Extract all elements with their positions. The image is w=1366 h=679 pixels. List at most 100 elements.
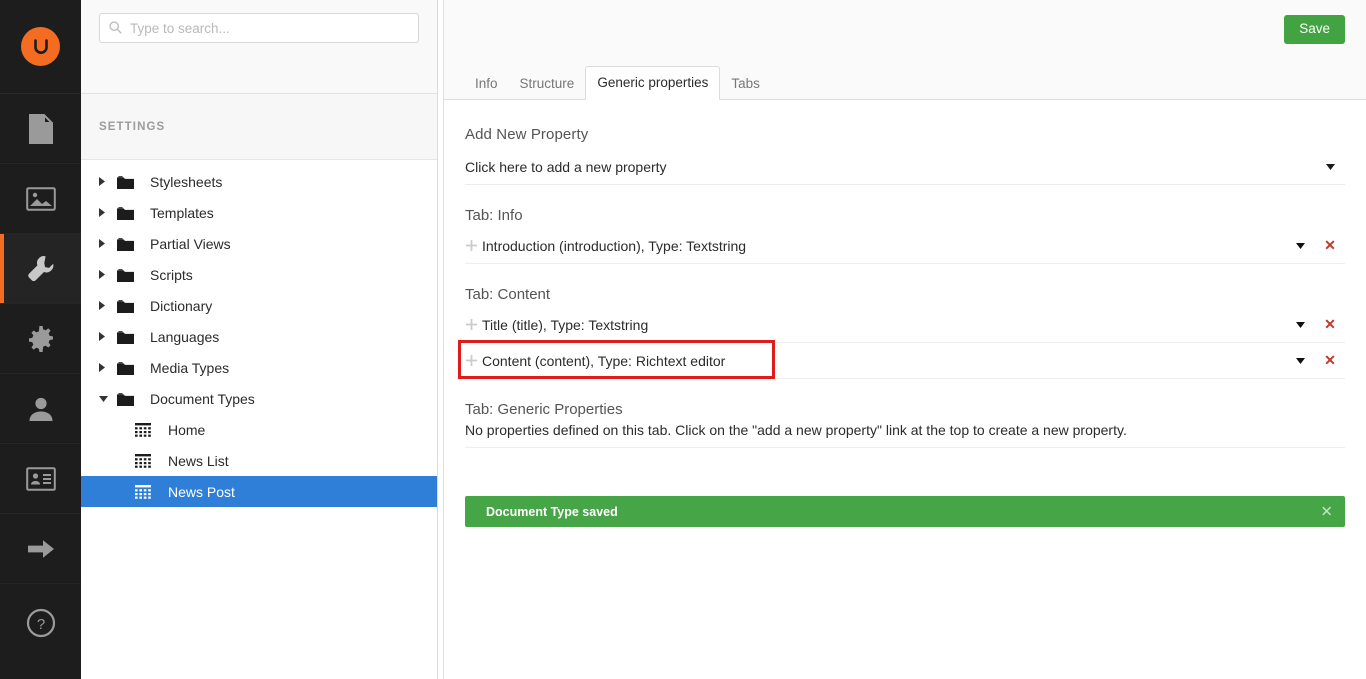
- umbraco-logo-icon: [21, 27, 60, 66]
- property-label: Content (content), Type: Richtext editor: [482, 352, 726, 369]
- save-button[interactable]: Save: [1284, 15, 1345, 44]
- delete-property-icon[interactable]: ✕: [1315, 352, 1345, 369]
- umbraco-logo[interactable]: [0, 0, 81, 94]
- content-body: Add New Property Click here to add a new…: [444, 100, 1366, 527]
- image-icon: [25, 186, 56, 211]
- tree-item-languages[interactable]: Languages: [81, 321, 437, 352]
- sidebar-item-settings[interactable]: [0, 234, 81, 304]
- delete-property-icon[interactable]: ✕: [1315, 237, 1345, 254]
- tree-item-label: Document Types: [150, 390, 255, 407]
- gear-icon: [28, 325, 53, 352]
- sidebar-item-members[interactable]: [0, 444, 81, 514]
- tree-item-templates[interactable]: Templates: [81, 197, 437, 228]
- section-nav-rail: ?: [0, 0, 81, 679]
- folder-icon: [117, 392, 147, 406]
- tree-item-scripts[interactable]: Scripts: [81, 259, 437, 290]
- sidebar-item-developer[interactable]: [0, 304, 81, 374]
- chevron-right-icon[interactable]: [99, 177, 117, 186]
- chevron-down-icon[interactable]: [99, 395, 117, 402]
- folder-icon: [117, 361, 147, 375]
- chevron-down-icon[interactable]: [1285, 357, 1315, 364]
- umbraco-backoffice: ? SETTINGS Stylesheets Templates Partial V…: [0, 0, 1366, 679]
- tree-item-label: Home: [168, 421, 206, 438]
- empty-tab-note: No properties defined on this tab. Click…: [465, 422, 1345, 448]
- property-groups: Tab: Info Introduction (introduction), Ty…: [465, 207, 1345, 448]
- tree-item-label: Media Types: [150, 359, 230, 376]
- property-actions: ✕: [1285, 343, 1345, 378]
- tab-structure[interactable]: Structure: [509, 76, 586, 100]
- sidebar-item-content[interactable]: [0, 94, 81, 164]
- tree-item-label: Dictionary: [150, 297, 213, 314]
- sidebar-item-media[interactable]: [0, 164, 81, 234]
- user-icon: [29, 397, 52, 421]
- add-new-property-label: Add New Property: [465, 126, 589, 143]
- search-box[interactable]: [99, 13, 419, 43]
- tree-item-news-post[interactable]: News Post: [81, 476, 437, 507]
- sidebar-item-translation[interactable]: [0, 514, 81, 584]
- chevron-right-icon[interactable]: [99, 363, 117, 372]
- tab-info[interactable]: Info: [464, 76, 509, 100]
- tree-section-title-label: SETTINGS: [99, 120, 166, 133]
- folder-icon: [117, 237, 147, 251]
- tree-section-title: SETTINGS: [81, 94, 437, 160]
- notification-bar: Document Type saved ✕: [465, 496, 1345, 527]
- chevron-right-icon[interactable]: [99, 270, 117, 279]
- chevron-down-icon[interactable]: [1315, 149, 1345, 184]
- chevron-right-icon[interactable]: [99, 239, 117, 248]
- close-icon[interactable]: ✕: [1320, 504, 1333, 519]
- tree-item-home[interactable]: Home: [81, 414, 437, 445]
- doctype-icon: [135, 484, 165, 499]
- tree-item-partial-views[interactable]: Partial Views: [81, 228, 437, 259]
- content-panel: Save Info Structure Generic properties Tabs…: [444, 0, 1366, 679]
- tree-item-label: Scripts: [150, 266, 193, 283]
- sidebar-item-users[interactable]: [0, 374, 81, 444]
- property-group-title: Tab: Content: [465, 286, 551, 303]
- folder-icon: [117, 268, 147, 282]
- property-actions: ✕: [1285, 307, 1345, 342]
- drag-handle-icon[interactable]: [465, 319, 482, 330]
- member-card-icon: [25, 466, 56, 491]
- property-group-title: Tab: Info: [465, 207, 523, 224]
- wrench-icon: [27, 255, 53, 281]
- tree-item-label: News List: [168, 452, 229, 469]
- tree-item-label: Stylesheets: [150, 173, 223, 190]
- tab-bar: Info Structure Generic properties Tabs: [444, 64, 1366, 100]
- tree-search-area: [81, 0, 437, 94]
- chevron-right-icon[interactable]: [99, 332, 117, 341]
- tree-item-news-list[interactable]: News List: [81, 445, 437, 476]
- doctype-icon: [135, 453, 165, 468]
- chevron-right-icon[interactable]: [99, 208, 117, 217]
- property-group-title: Tab: Generic Properties: [465, 401, 623, 418]
- question-circle-icon: ?: [26, 608, 55, 638]
- chevron-down-icon[interactable]: [1285, 242, 1315, 249]
- sidebar-item-help[interactable]: ?: [0, 584, 81, 662]
- content-header: Save: [444, 0, 1366, 64]
- property-label: Introduction (introduction), Type: Texts…: [482, 237, 747, 254]
- tree-item-label: Partial Views: [150, 235, 231, 252]
- search-input[interactable]: [130, 15, 418, 41]
- tree-item-label: News Post: [168, 483, 235, 500]
- property-row[interactable]: Introduction (introduction), Type: Texts…: [465, 228, 1345, 264]
- folder-icon: [117, 175, 147, 189]
- property-label: Title (title), Type: Textstring: [482, 316, 649, 333]
- drag-handle-icon[interactable]: [465, 240, 482, 251]
- tree-list: Stylesheets Templates Partial Views Scripts…: [81, 160, 437, 507]
- property-group: Tab: Generic Properties No properties def…: [465, 401, 1345, 448]
- tree-item-dictionary[interactable]: Dictionary: [81, 290, 437, 321]
- property-row[interactable]: Content (content), Type: Richtext editor…: [465, 343, 1345, 379]
- search-icon: [109, 21, 122, 39]
- delete-property-icon[interactable]: ✕: [1315, 316, 1345, 333]
- chevron-down-icon[interactable]: [1285, 321, 1315, 328]
- tab-tabs[interactable]: Tabs: [720, 76, 771, 100]
- property-actions: ✕: [1285, 228, 1345, 263]
- tree-item-stylesheets[interactable]: Stylesheets: [81, 166, 437, 197]
- arrow-right-icon: [27, 539, 54, 558]
- tree-item-label: Templates: [150, 204, 214, 221]
- chevron-right-icon[interactable]: [99, 301, 117, 310]
- tree-item-document-types[interactable]: Document Types: [81, 383, 437, 414]
- tab-generic-properties[interactable]: Generic properties: [585, 65, 721, 100]
- tree-item-media-types[interactable]: Media Types: [81, 352, 437, 383]
- drag-handle-icon[interactable]: [465, 355, 482, 366]
- add-new-property-select[interactable]: Click here to add a new property: [465, 149, 1345, 185]
- property-row[interactable]: Title (title), Type: Textstring ✕: [465, 307, 1345, 343]
